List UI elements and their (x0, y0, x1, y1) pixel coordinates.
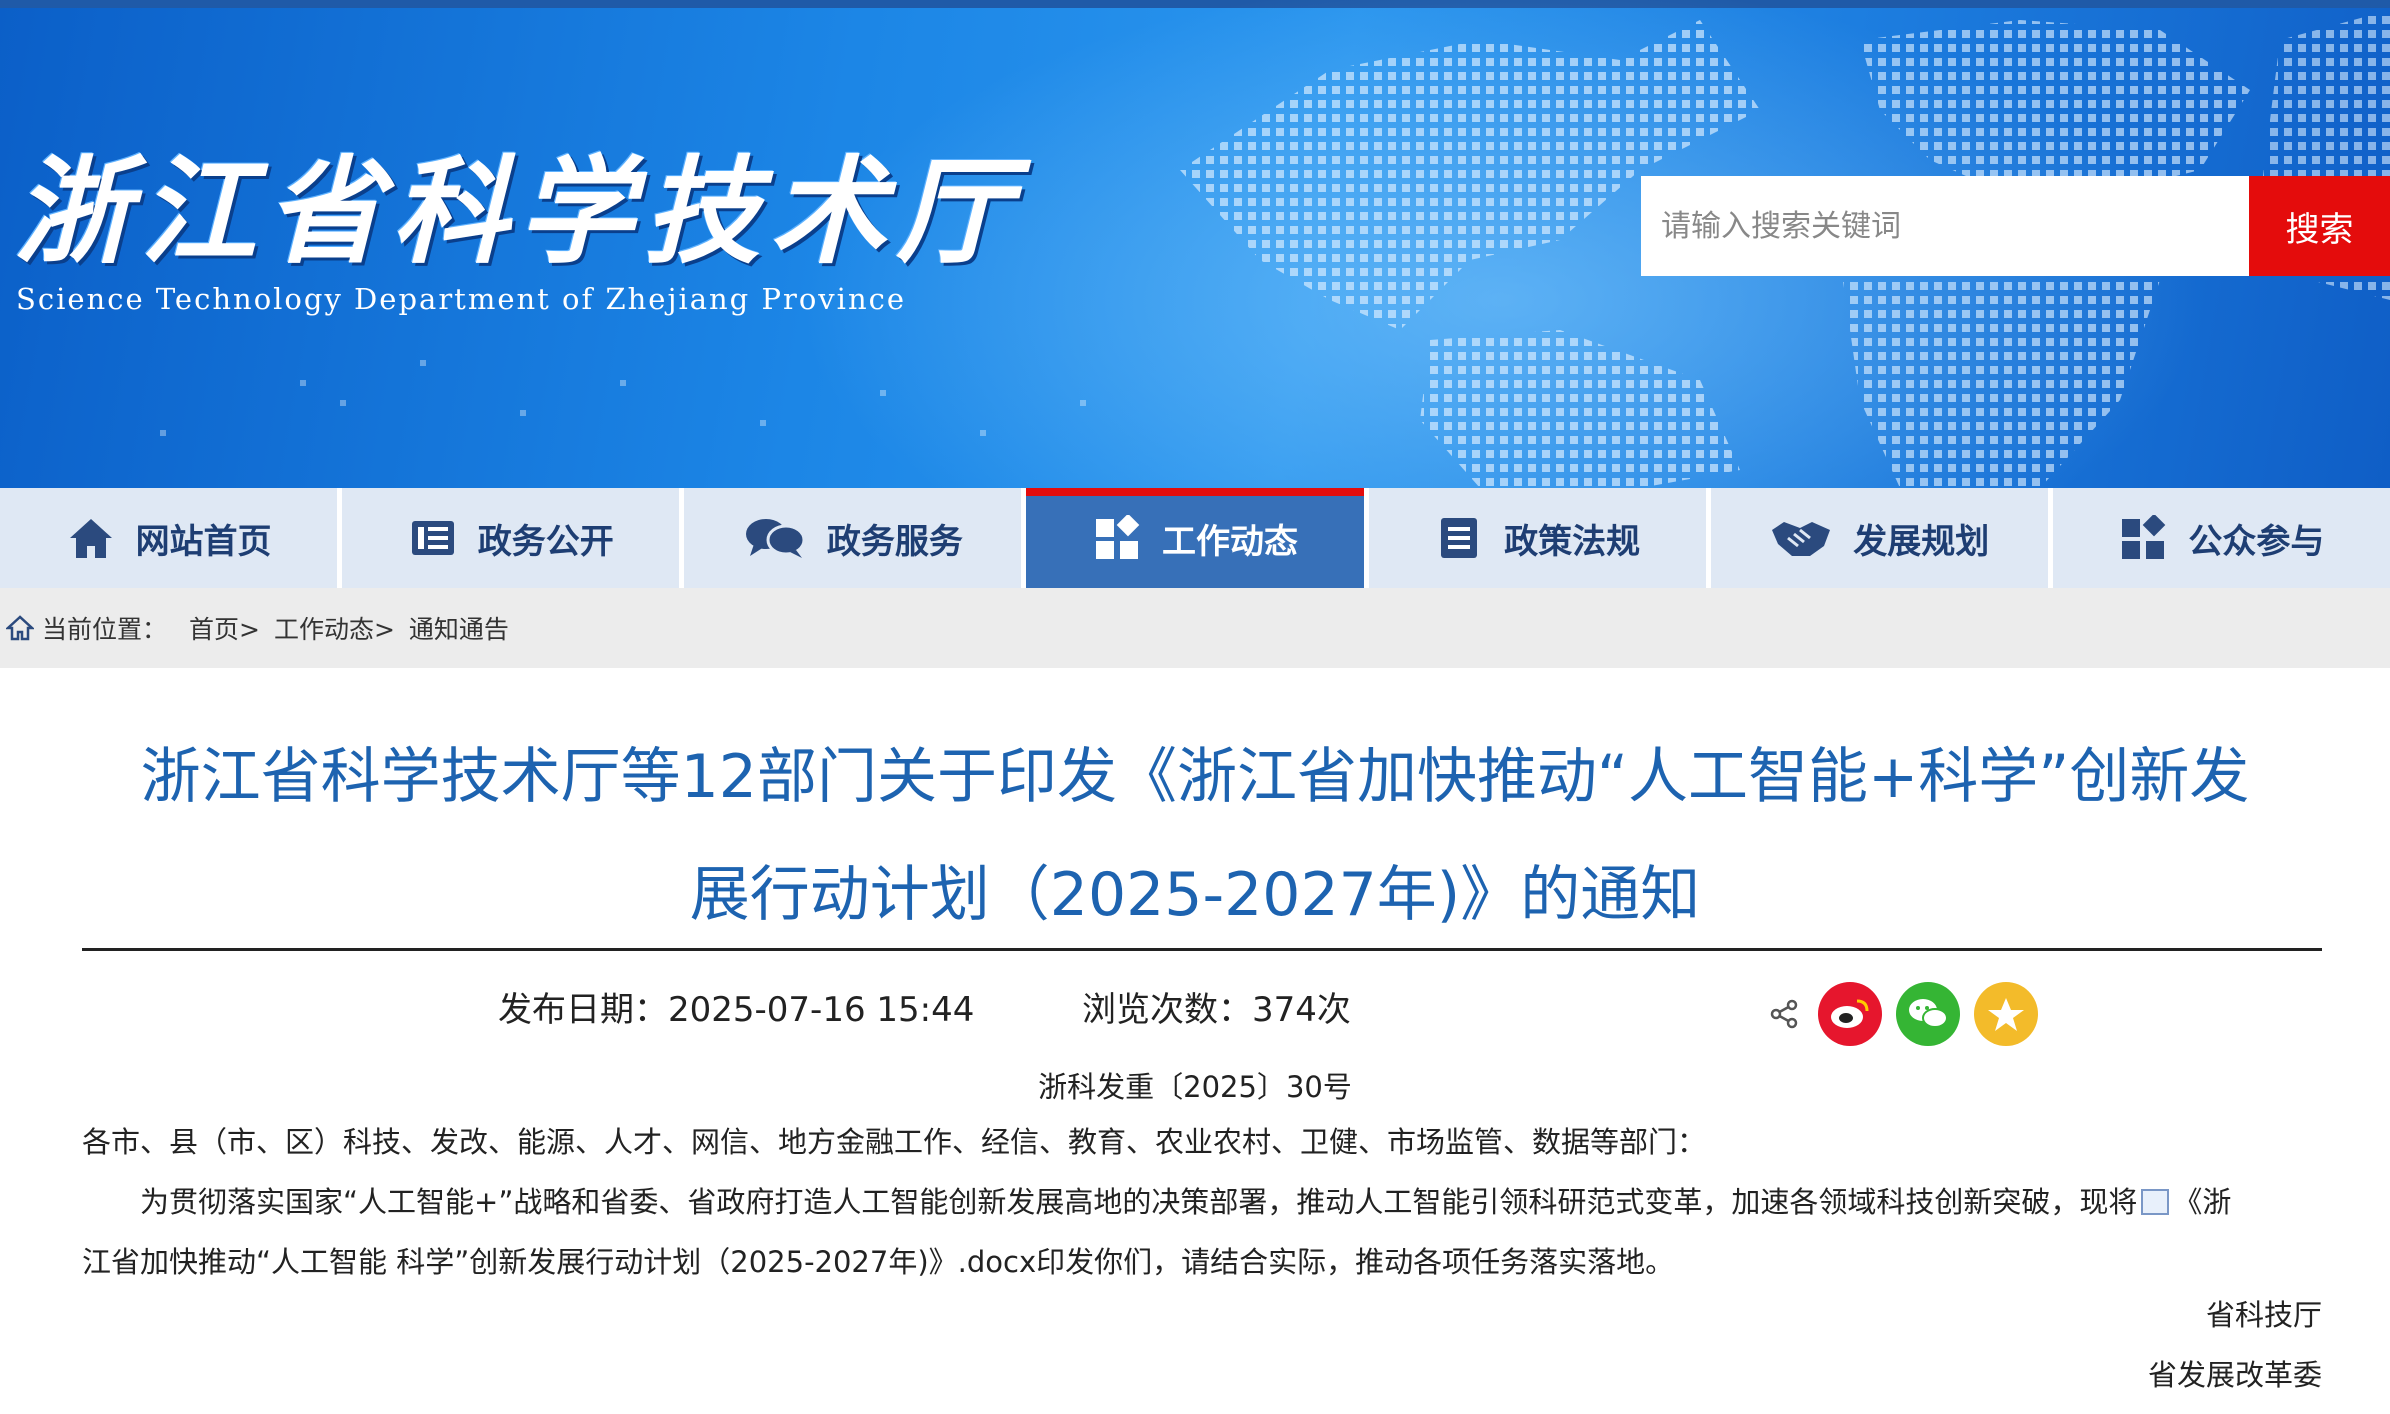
favorite-icon[interactable] (1974, 982, 2038, 1046)
view-count: 浏览次数：374次 (1082, 990, 1351, 1030)
location-home-icon (6, 615, 34, 641)
nav-item-policy[interactable]: 政策法规 (1368, 488, 1711, 588)
nav-label: 政务服务 (826, 521, 963, 562)
share-icon[interactable] (1764, 994, 1804, 1034)
recipients-paragraph: 各市、县（市、区）科技、发改、能源、人才、网信、地方金融工作、经信、教育、农业农… (82, 1125, 1707, 1159)
breadcrumb: 当前位置： 首页> 工作动态> 通知通告 (0, 588, 2390, 668)
breadcrumb-notices[interactable]: 通知通告 (409, 610, 509, 646)
grid-icon (2118, 513, 2168, 563)
body-paragraph-line2[interactable]: 江省加快推动“人工智能 科学”创新发展行动计划（2025-2027年)》.doc… (82, 1232, 2322, 1292)
nav-label: 工作动态 (1161, 521, 1298, 562)
nav-item-gov-affairs[interactable]: 政务公开 (342, 488, 685, 588)
grid-icon (1092, 513, 1142, 563)
list-icon (408, 513, 458, 563)
share-bar (1764, 982, 2038, 1046)
signature-dept-2: 省发展改革委 (2147, 1358, 2322, 1392)
home-icon (66, 513, 116, 563)
breadcrumb-work-news[interactable]: 工作动态> (274, 610, 395, 646)
nav-label: 网站首页 (135, 521, 272, 562)
nav-label: 政务公开 (477, 521, 614, 562)
article-title-line1: 浙江省科学技术厅等12部门关于印发《浙江省加快推动“人工智能+科学”创新发 (140, 742, 2250, 812)
nav-item-work-news[interactable]: 工作动态 (1026, 488, 1369, 588)
docx-file-icon (2141, 1189, 2170, 1215)
body-attachment-link-start[interactable]: 《浙 (2173, 1185, 2231, 1219)
breadcrumb-home[interactable]: 首页> (189, 610, 260, 646)
logo-english: Science Technology Department of Zhejian… (16, 282, 907, 316)
title-divider (82, 948, 2322, 951)
document-icon (1434, 513, 1484, 563)
signature-dept-1: 省科技厅 (2205, 1298, 2322, 1332)
nav-label: 政策法规 (1504, 521, 1641, 562)
publish-date: 发布日期：2025-07-16 15:44 (498, 990, 975, 1030)
document-number: 浙科发重〔2025〕30号 (1038, 1070, 1352, 1104)
nav-label: 发展规划 (1853, 521, 1990, 562)
search-input[interactable] (1641, 176, 2249, 276)
article-title-line2: 展行动计划（2025-2027年)》的通知 (689, 860, 1701, 930)
nav-item-planning[interactable]: 发展规划 (1710, 488, 2053, 588)
article-title: 浙江省科学技术厅等12部门关于印发《浙江省加快推动“人工智能+科学”创新发 展行… (80, 718, 2310, 954)
wechat-icon[interactable] (1896, 982, 1960, 1046)
site-banner: 浙江省科学技术厅 Science Technology Department o… (0, 0, 2390, 488)
body-text-part1: 为贯彻落实国家“人工智能+”战略和省委、省政府打造人工智能创新发展高地的决策部署… (140, 1185, 2138, 1219)
chat-icon (743, 513, 807, 563)
breadcrumb-prefix: 当前位置： (42, 615, 168, 644)
logo-chinese[interactable]: 浙江省科学技术厅 (14, 118, 1022, 286)
handshake-icon (1769, 513, 1833, 563)
body-paragraph: 为贯彻落实国家“人工智能+”战略和省委、省政府打造人工智能创新发展高地的决策部署… (82, 1172, 2322, 1232)
search-button[interactable]: 搜索 (2249, 176, 2390, 276)
nav-item-public[interactable]: 公众参与 (2052, 488, 2390, 588)
nav-item-home[interactable]: 网站首页 (0, 488, 343, 588)
nav-item-gov-service[interactable]: 政务服务 (684, 488, 1027, 588)
nav-label: 公众参与 (2188, 521, 2325, 562)
main-nav: 网站首页 政务公开 政务服务 工作动态 政策法规 发展规划 公众参与 (0, 488, 2390, 588)
weibo-icon[interactable] (1818, 982, 1882, 1046)
